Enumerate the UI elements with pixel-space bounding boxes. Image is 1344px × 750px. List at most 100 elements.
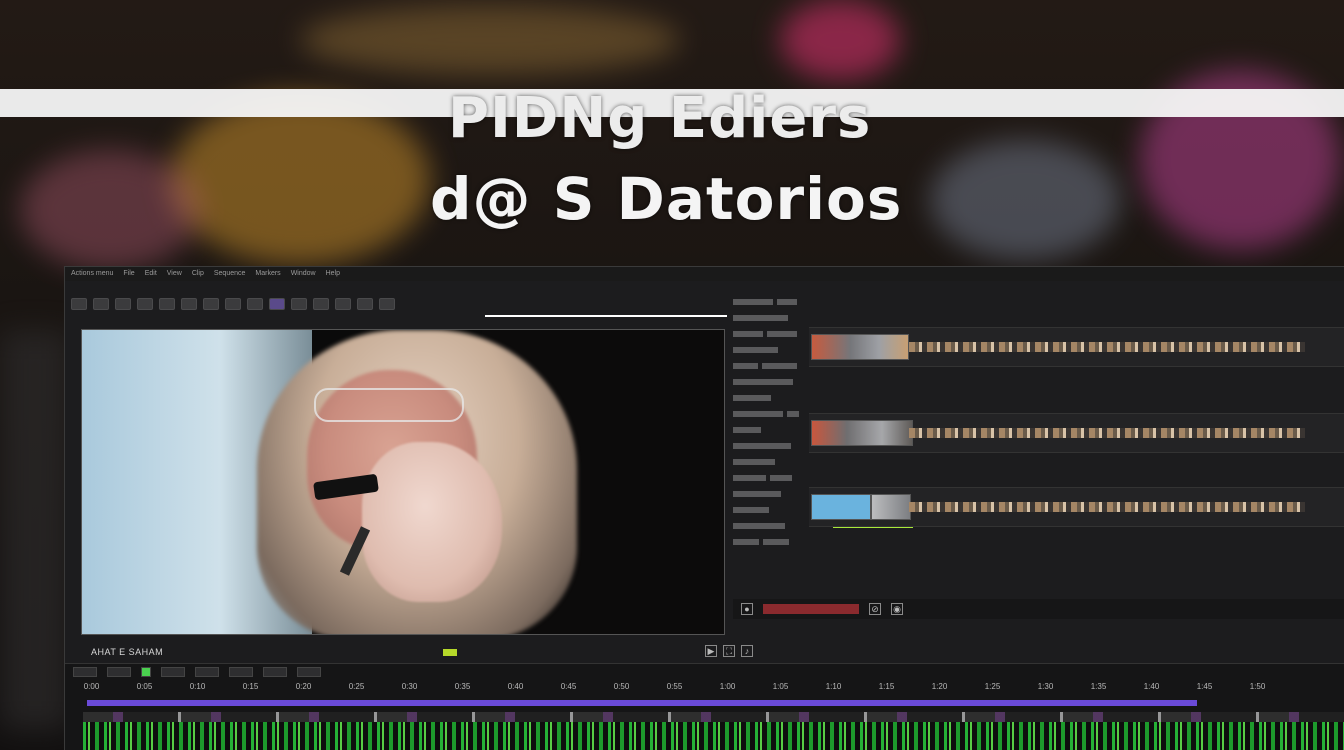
clip-filmstrip [909, 502, 1305, 512]
timeline-button[interactable] [73, 667, 97, 677]
settings-icon[interactable] [379, 298, 395, 310]
viewer-clip-label: AHAT E SAHAM [91, 647, 164, 657]
timeline-button[interactable] [297, 667, 321, 677]
panel-row[interactable] [733, 523, 807, 533]
ruler-tick-label: 1:25 [984, 682, 1001, 691]
panel-row[interactable] [733, 379, 807, 389]
panel-row[interactable] [733, 299, 807, 309]
audio-waveform-track[interactable] [83, 722, 1344, 750]
hand-tool-icon[interactable] [159, 298, 175, 310]
panel-row[interactable] [733, 411, 807, 421]
program-viewer[interactable] [81, 329, 725, 635]
timeline-button[interactable] [161, 667, 185, 677]
background-light-blob [20, 150, 200, 270]
timeline-button[interactable] [195, 667, 219, 677]
ruler-tick-label: 1:45 [1196, 682, 1213, 691]
panel-row[interactable] [733, 331, 807, 341]
video-track-1[interactable] [809, 327, 1344, 367]
timeline-ruler[interactable]: 0:00 0:05 0:10 0:15 0:20 0:25 0:30 0:35 … [65, 682, 1344, 698]
menu-item[interactable]: File [123, 270, 134, 278]
background-light-blob [170, 95, 430, 265]
background-shelf [0, 330, 70, 730]
blade-tool-icon[interactable] [115, 298, 131, 310]
snap-tool-icon[interactable] [335, 298, 351, 310]
ruler-tick-label: 1:50 [1249, 682, 1266, 691]
background-light-blob [780, 0, 900, 80]
audio-tool-icon[interactable] [291, 298, 307, 310]
video-clip[interactable] [811, 334, 909, 360]
panel-row[interactable] [733, 427, 807, 437]
video-clip[interactable] [871, 494, 911, 520]
timeline-header [809, 381, 1344, 395]
fullscreen-icon[interactable]: ⛶ [723, 645, 735, 657]
panel-row[interactable] [733, 347, 807, 357]
background-light-blob [300, 5, 680, 75]
video-editor-window: Actions menu File Edit View Clip Sequenc… [64, 266, 1344, 750]
ruler-tick-label: 0:30 [401, 682, 418, 691]
ruler-tick-label: 0:25 [348, 682, 365, 691]
menu-item[interactable]: Edit [145, 270, 157, 278]
trim-tool-icon[interactable] [93, 298, 109, 310]
panel-row[interactable] [733, 539, 807, 549]
ruler-tick-label: 0:10 [189, 682, 206, 691]
clip-filmstrip [909, 428, 1305, 438]
video-clip[interactable] [811, 494, 871, 520]
marker-tool-icon[interactable] [313, 298, 329, 310]
headline-line-1: PIDNg Ediers [448, 86, 872, 151]
ruler-tick-label: 0:55 [666, 682, 683, 691]
menu-item[interactable]: Markers [255, 270, 280, 278]
ruler-tick-label: 0:50 [613, 682, 630, 691]
menu-item[interactable]: Actions menu [71, 270, 113, 278]
menu-item[interactable]: Clip [192, 270, 204, 278]
panel-row[interactable] [733, 507, 807, 517]
ruler-tick-label: 1:10 [825, 682, 842, 691]
video-track-2[interactable] [809, 413, 1344, 453]
clip-filmstrip [909, 342, 1305, 352]
timeline-button[interactable] [229, 667, 253, 677]
play-icon[interactable]: ▶ [705, 645, 717, 657]
mute-icon[interactable]: ⊘ [869, 603, 881, 615]
solo-icon[interactable]: ◉ [891, 603, 903, 615]
menu-item[interactable]: View [167, 270, 182, 278]
playback-controls: ▶ ⛶ ♪ [705, 645, 753, 657]
transform-tool-icon[interactable] [225, 298, 241, 310]
panel-row[interactable] [733, 395, 807, 405]
text-tool-icon[interactable] [181, 298, 197, 310]
timeline-snap-toggle[interactable] [141, 667, 151, 677]
main-timeline: 0:00 0:05 0:10 0:15 0:20 0:25 0:30 0:35 … [65, 663, 1344, 750]
menu-item[interactable]: Window [291, 270, 316, 278]
link-tool-icon[interactable] [357, 298, 373, 310]
viewer-accent-line [485, 315, 727, 317]
source-timeline [809, 289, 1344, 639]
ruler-tick-label: 1:35 [1090, 682, 1107, 691]
ruler-tick-label: 0:45 [560, 682, 577, 691]
ruler-tick-label: 0:35 [454, 682, 471, 691]
crop-tool-icon[interactable] [203, 298, 219, 310]
video-clip[interactable] [811, 420, 913, 446]
panel-row[interactable] [733, 443, 807, 453]
audio-meter-strip: ● ⊘ ◉ [733, 599, 1344, 619]
panel-row[interactable] [733, 459, 807, 469]
effects-tool-icon[interactable] [269, 298, 285, 310]
panel-row[interactable] [733, 491, 807, 501]
panel-row[interactable] [733, 363, 807, 373]
ruler-tick-label: 0:40 [507, 682, 524, 691]
video-track-3[interactable] [809, 487, 1344, 527]
panel-row[interactable] [733, 315, 807, 325]
select-tool-icon[interactable] [71, 298, 87, 310]
zoom-tool-icon[interactable] [137, 298, 153, 310]
timeline-button[interactable] [263, 667, 287, 677]
ruler-tick-label: 0:20 [295, 682, 312, 691]
color-tool-icon[interactable] [247, 298, 263, 310]
panel-row[interactable] [733, 475, 807, 485]
audio-icon[interactable]: ♪ [741, 645, 753, 657]
record-icon[interactable]: ● [741, 603, 753, 615]
menu-item[interactable]: Sequence [214, 270, 246, 278]
timeline-toolbar [65, 664, 1344, 680]
timeline-button[interactable] [107, 667, 131, 677]
ruler-tick-label: 1:20 [931, 682, 948, 691]
background-light-blob [930, 140, 1120, 260]
menu-item[interactable]: Help [326, 270, 340, 278]
clip-thumbnails-row[interactable] [83, 712, 1344, 722]
video-track-main[interactable] [87, 700, 1197, 706]
